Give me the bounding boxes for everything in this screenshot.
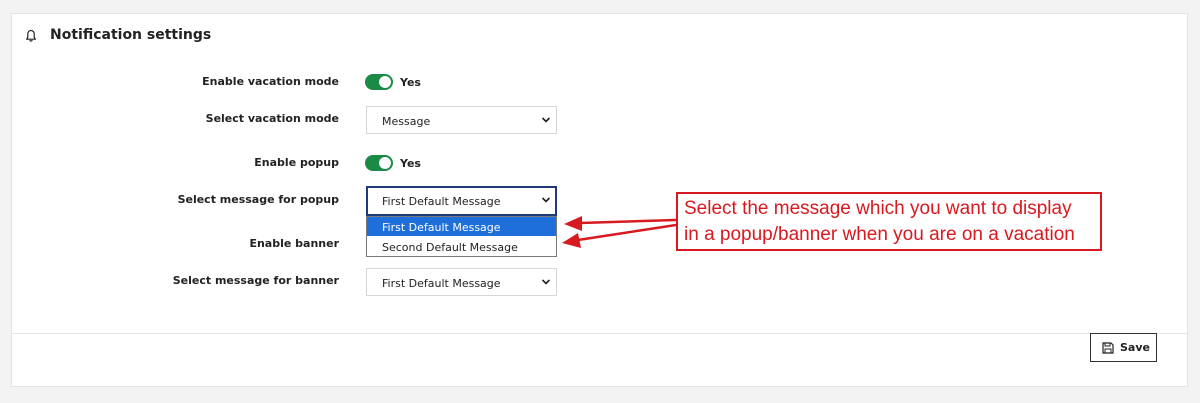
bell-icon — [26, 29, 36, 42]
chevron-down-icon — [541, 197, 551, 203]
popup-toggle-text: Yes — [400, 157, 421, 170]
annotation-line-1: Select the message which you want to dis… — [684, 198, 1072, 219]
popup-toggle-label: Enable popup — [254, 156, 339, 169]
popup-toggle[interactable] — [365, 155, 393, 171]
dropdown-option-second-default-message[interactable]: Second Default Message — [367, 237, 556, 256]
banner-message-select[interactable]: First Default Message — [366, 268, 557, 296]
chevron-down-icon — [541, 279, 551, 285]
dropdown-option-label: First Default Message — [382, 221, 501, 234]
dropdown-option-first-default-message[interactable]: First Default Message — [367, 217, 556, 236]
banner-message-select-label: Select message for banner — [172, 274, 339, 287]
popup-message-select-value: First Default Message — [382, 195, 501, 208]
banner-toggle-label: Enable banner — [249, 237, 339, 250]
annotation-line-2: in a popup/banner when you are on a vaca… — [684, 224, 1075, 245]
chevron-down-icon — [541, 117, 551, 123]
popup-message-select[interactable]: First Default Message — [366, 186, 557, 216]
vacation-mode-select-label: Select vacation mode — [205, 112, 339, 125]
save-button-label: Save — [1120, 341, 1150, 354]
annotation-callout: Select the message which you want to dis… — [676, 192, 1102, 251]
dropdown-option-label: Second Default Message — [382, 241, 518, 254]
vacation-mode-select[interactable]: Message — [366, 106, 557, 134]
card-header: Notification settings — [12, 14, 1187, 58]
popup-message-dropdown: First Default Message Second Default Mes… — [366, 216, 557, 257]
vacation-mode-toggle-text: Yes — [400, 76, 421, 89]
page-title: Notification settings — [50, 27, 212, 43]
popup-message-select-label: Select message for popup — [177, 193, 339, 206]
vacation-mode-toggle[interactable] — [365, 74, 393, 90]
vacation-mode-select-value: Message — [382, 115, 431, 128]
banner-message-select-value: First Default Message — [382, 277, 501, 290]
vacation-mode-toggle-label: Enable vacation mode — [202, 75, 339, 88]
save-button[interactable]: Save — [1090, 333, 1157, 362]
footer-divider — [12, 333, 1187, 334]
floppy-disk-icon — [1102, 342, 1114, 354]
